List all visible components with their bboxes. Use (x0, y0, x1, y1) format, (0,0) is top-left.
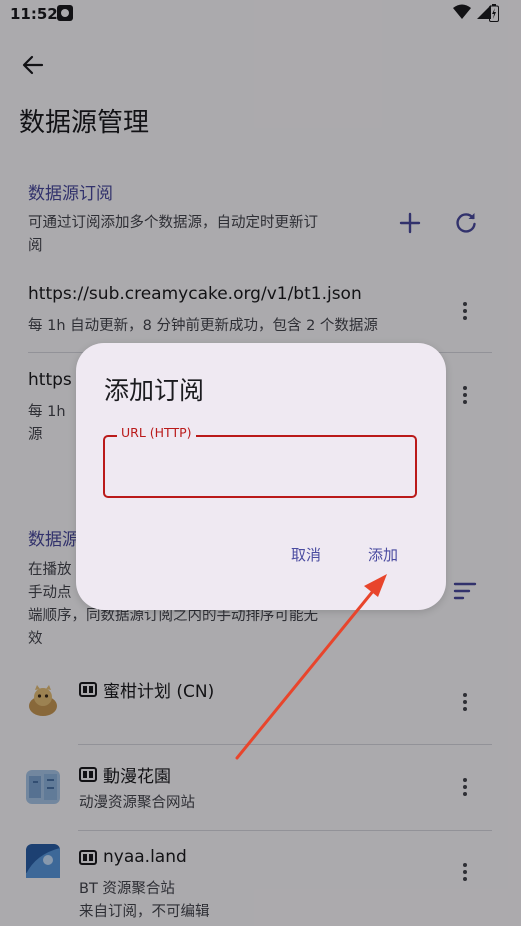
annotation-arrow (235, 574, 387, 760)
